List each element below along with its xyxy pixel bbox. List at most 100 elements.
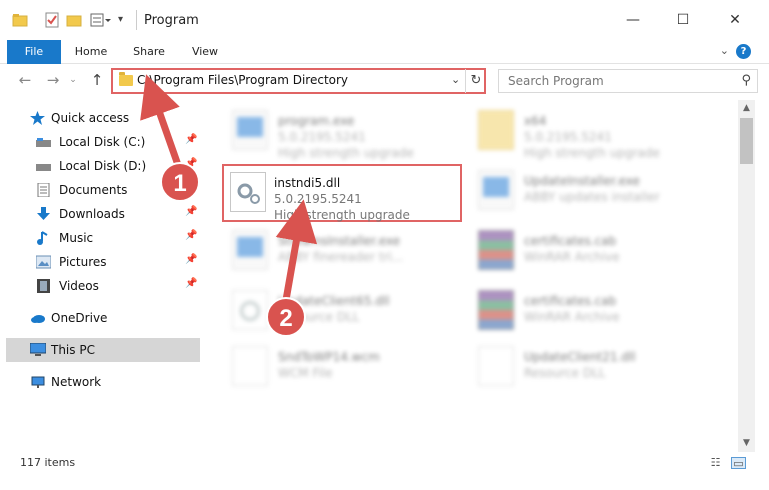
pin-icon: 📌 bbox=[185, 206, 198, 217]
exe-icon bbox=[232, 230, 268, 270]
item-count: 117 items bbox=[20, 456, 76, 469]
file-detail: 5.0.2195.5241 bbox=[524, 130, 612, 144]
file-item[interactable]: UpdateInstaller.exe ABBY updates install… bbox=[456, 164, 696, 220]
file-item[interactable]: certificates.cab WinRAR Archive bbox=[456, 284, 696, 340]
sidebar-item-label: Music bbox=[59, 231, 94, 245]
cloud-icon bbox=[30, 311, 45, 325]
file-item[interactable]: certificates.cab WinRAR Archive bbox=[456, 224, 696, 280]
archive-icon bbox=[478, 230, 514, 270]
chevron-down-icon[interactable]: ⌄ bbox=[451, 73, 460, 86]
folder-icon bbox=[119, 72, 133, 86]
file-item[interactable]: UpdateClient65.dll Resource DLL bbox=[210, 284, 450, 340]
sidebar-item-label: This PC bbox=[51, 343, 95, 357]
file-detail: High strength upgrade bbox=[524, 146, 660, 160]
back-button[interactable]: ← bbox=[16, 70, 34, 90]
sidebar-item-label: Local Disk (D:) bbox=[59, 159, 147, 173]
sidebar-item-quick-access[interactable]: Quick access bbox=[0, 106, 200, 130]
scroll-up-icon[interactable]: ▲ bbox=[738, 100, 755, 117]
navigation-bar: ← → ⌄ ↑ C:\Program Files\Program Directo… bbox=[0, 64, 769, 98]
customize-toolbar-icon[interactable]: ▾ bbox=[118, 12, 134, 28]
file-detail: Resource DLL bbox=[524, 366, 606, 380]
file-name: program.exe bbox=[278, 114, 355, 128]
sidebar-item-label: Network bbox=[51, 375, 102, 389]
pin-icon: 📌 bbox=[185, 230, 198, 241]
file-detail: WinRAR Archive bbox=[524, 310, 620, 324]
folder-icon bbox=[478, 110, 514, 150]
exe-icon bbox=[478, 170, 514, 210]
file-detail: ABBY finereader tri... bbox=[278, 250, 404, 264]
exe-icon bbox=[232, 110, 268, 150]
file-detail: 5.0.2195.5241 bbox=[274, 192, 362, 206]
file-name: certificates.cab bbox=[524, 234, 617, 248]
music-icon bbox=[36, 231, 51, 245]
file-name: SndToWP14.wcm bbox=[278, 350, 380, 364]
search-icon: ⚲ bbox=[741, 73, 751, 88]
videos-icon bbox=[36, 279, 51, 293]
maximize-button[interactable]: ☐ bbox=[660, 0, 706, 40]
document-icon bbox=[232, 346, 268, 386]
drive-icon bbox=[36, 159, 51, 173]
file-detail: High strength upgrade bbox=[274, 208, 410, 222]
title-bar: ▾ Program — ☐ ✕ bbox=[0, 0, 769, 40]
file-item-highlighted[interactable]: instndi5.dll 5.0.2195.5241 High strength… bbox=[222, 164, 462, 222]
sidebar-item-label: Documents bbox=[59, 183, 128, 197]
details-view-icon[interactable]: ☷ bbox=[708, 457, 723, 469]
file-name: certificates.cab bbox=[524, 294, 617, 308]
ribbon-tabs: File Home Share View ⌄ ? bbox=[0, 40, 769, 64]
search-placeholder: Search Program bbox=[508, 74, 604, 88]
help-icon[interactable]: ? bbox=[736, 44, 751, 59]
dll-gear-icon bbox=[230, 172, 266, 212]
close-button[interactable]: ✕ bbox=[712, 0, 758, 40]
properties-icon[interactable] bbox=[44, 12, 60, 28]
up-button[interactable]: ↑ bbox=[88, 70, 106, 90]
file-item[interactable]: program.exe 5.0.2195.5241 High strength … bbox=[210, 104, 450, 160]
step-2-badge: 2 bbox=[266, 297, 306, 337]
file-item[interactable]: x64 5.0.2195.5241 High strength upgrade bbox=[456, 104, 696, 160]
folder-icon bbox=[12, 12, 28, 28]
sidebar-item-pictures[interactable]: Pictures 📌 bbox=[0, 250, 200, 274]
navigation-pane: Quick access Local Disk (C:) 📌 Local Dis… bbox=[0, 100, 204, 452]
new-folder-icon[interactable] bbox=[66, 12, 82, 28]
refresh-button[interactable]: ↻ bbox=[465, 69, 486, 93]
sidebar-item-label: OneDrive bbox=[51, 311, 108, 325]
tab-share[interactable]: Share bbox=[126, 40, 172, 64]
file-detail: 5.0.2195.5241 bbox=[278, 130, 366, 144]
file-item[interactable]: UpdateClient21.dll Resource DLL bbox=[456, 340, 696, 396]
scroll-thumb[interactable] bbox=[740, 118, 753, 164]
tab-view[interactable]: View bbox=[182, 40, 228, 64]
view-options-icon[interactable] bbox=[90, 12, 111, 28]
tab-home[interactable]: Home bbox=[68, 40, 114, 64]
sidebar-item-label: Videos bbox=[59, 279, 99, 293]
file-item[interactable]: SndToWP14.wcm WCM File bbox=[210, 340, 450, 396]
file-item[interactable]: StreamsInstaller.exe ABBY finereader tri… bbox=[210, 224, 450, 280]
network-icon bbox=[30, 375, 45, 389]
expand-ribbon-icon[interactable]: ⌄ bbox=[720, 44, 729, 57]
sidebar-item-this-pc[interactable]: This PC bbox=[6, 338, 200, 362]
address-bar[interactable]: C:\Program Files\Program Directory ⌄ ↻ bbox=[111, 68, 486, 94]
sidebar-item-label: Quick access bbox=[51, 111, 130, 125]
sidebar-item-network[interactable]: Network bbox=[0, 370, 200, 394]
minimize-button[interactable]: — bbox=[610, 0, 656, 40]
pin-icon: 📌 bbox=[185, 254, 198, 265]
title-divider bbox=[136, 10, 137, 30]
forward-button[interactable]: → bbox=[44, 70, 62, 90]
status-bar: 117 items ☷ ▭ bbox=[0, 452, 769, 474]
search-input[interactable]: Search Program ⚲ bbox=[498, 69, 758, 93]
sidebar-item-downloads[interactable]: Downloads 📌 bbox=[0, 202, 200, 226]
file-name: UpdateInstaller.exe bbox=[524, 174, 640, 188]
recent-locations-icon[interactable]: ⌄ bbox=[64, 70, 82, 90]
sidebar-item-music[interactable]: Music 📌 bbox=[0, 226, 200, 250]
document-icon bbox=[478, 346, 514, 386]
sidebar-item-local-disk-c[interactable]: Local Disk (C:) 📌 bbox=[0, 130, 200, 154]
sidebar-item-videos[interactable]: Videos 📌 bbox=[0, 274, 200, 298]
sidebar-item-label: Pictures bbox=[59, 255, 107, 269]
address-path[interactable]: C:\Program Files\Program Directory bbox=[137, 73, 348, 87]
window-bottom bbox=[0, 474, 769, 490]
documents-icon bbox=[36, 182, 51, 198]
sidebar-item-onedrive[interactable]: OneDrive bbox=[0, 306, 200, 330]
vertical-scrollbar[interactable]: ▲ ▼ bbox=[738, 100, 755, 452]
tab-file[interactable]: File bbox=[7, 40, 61, 64]
tiles-view-icon[interactable]: ▭ bbox=[731, 457, 746, 470]
scroll-down-icon[interactable]: ▼ bbox=[738, 435, 755, 452]
pictures-icon bbox=[35, 255, 52, 269]
